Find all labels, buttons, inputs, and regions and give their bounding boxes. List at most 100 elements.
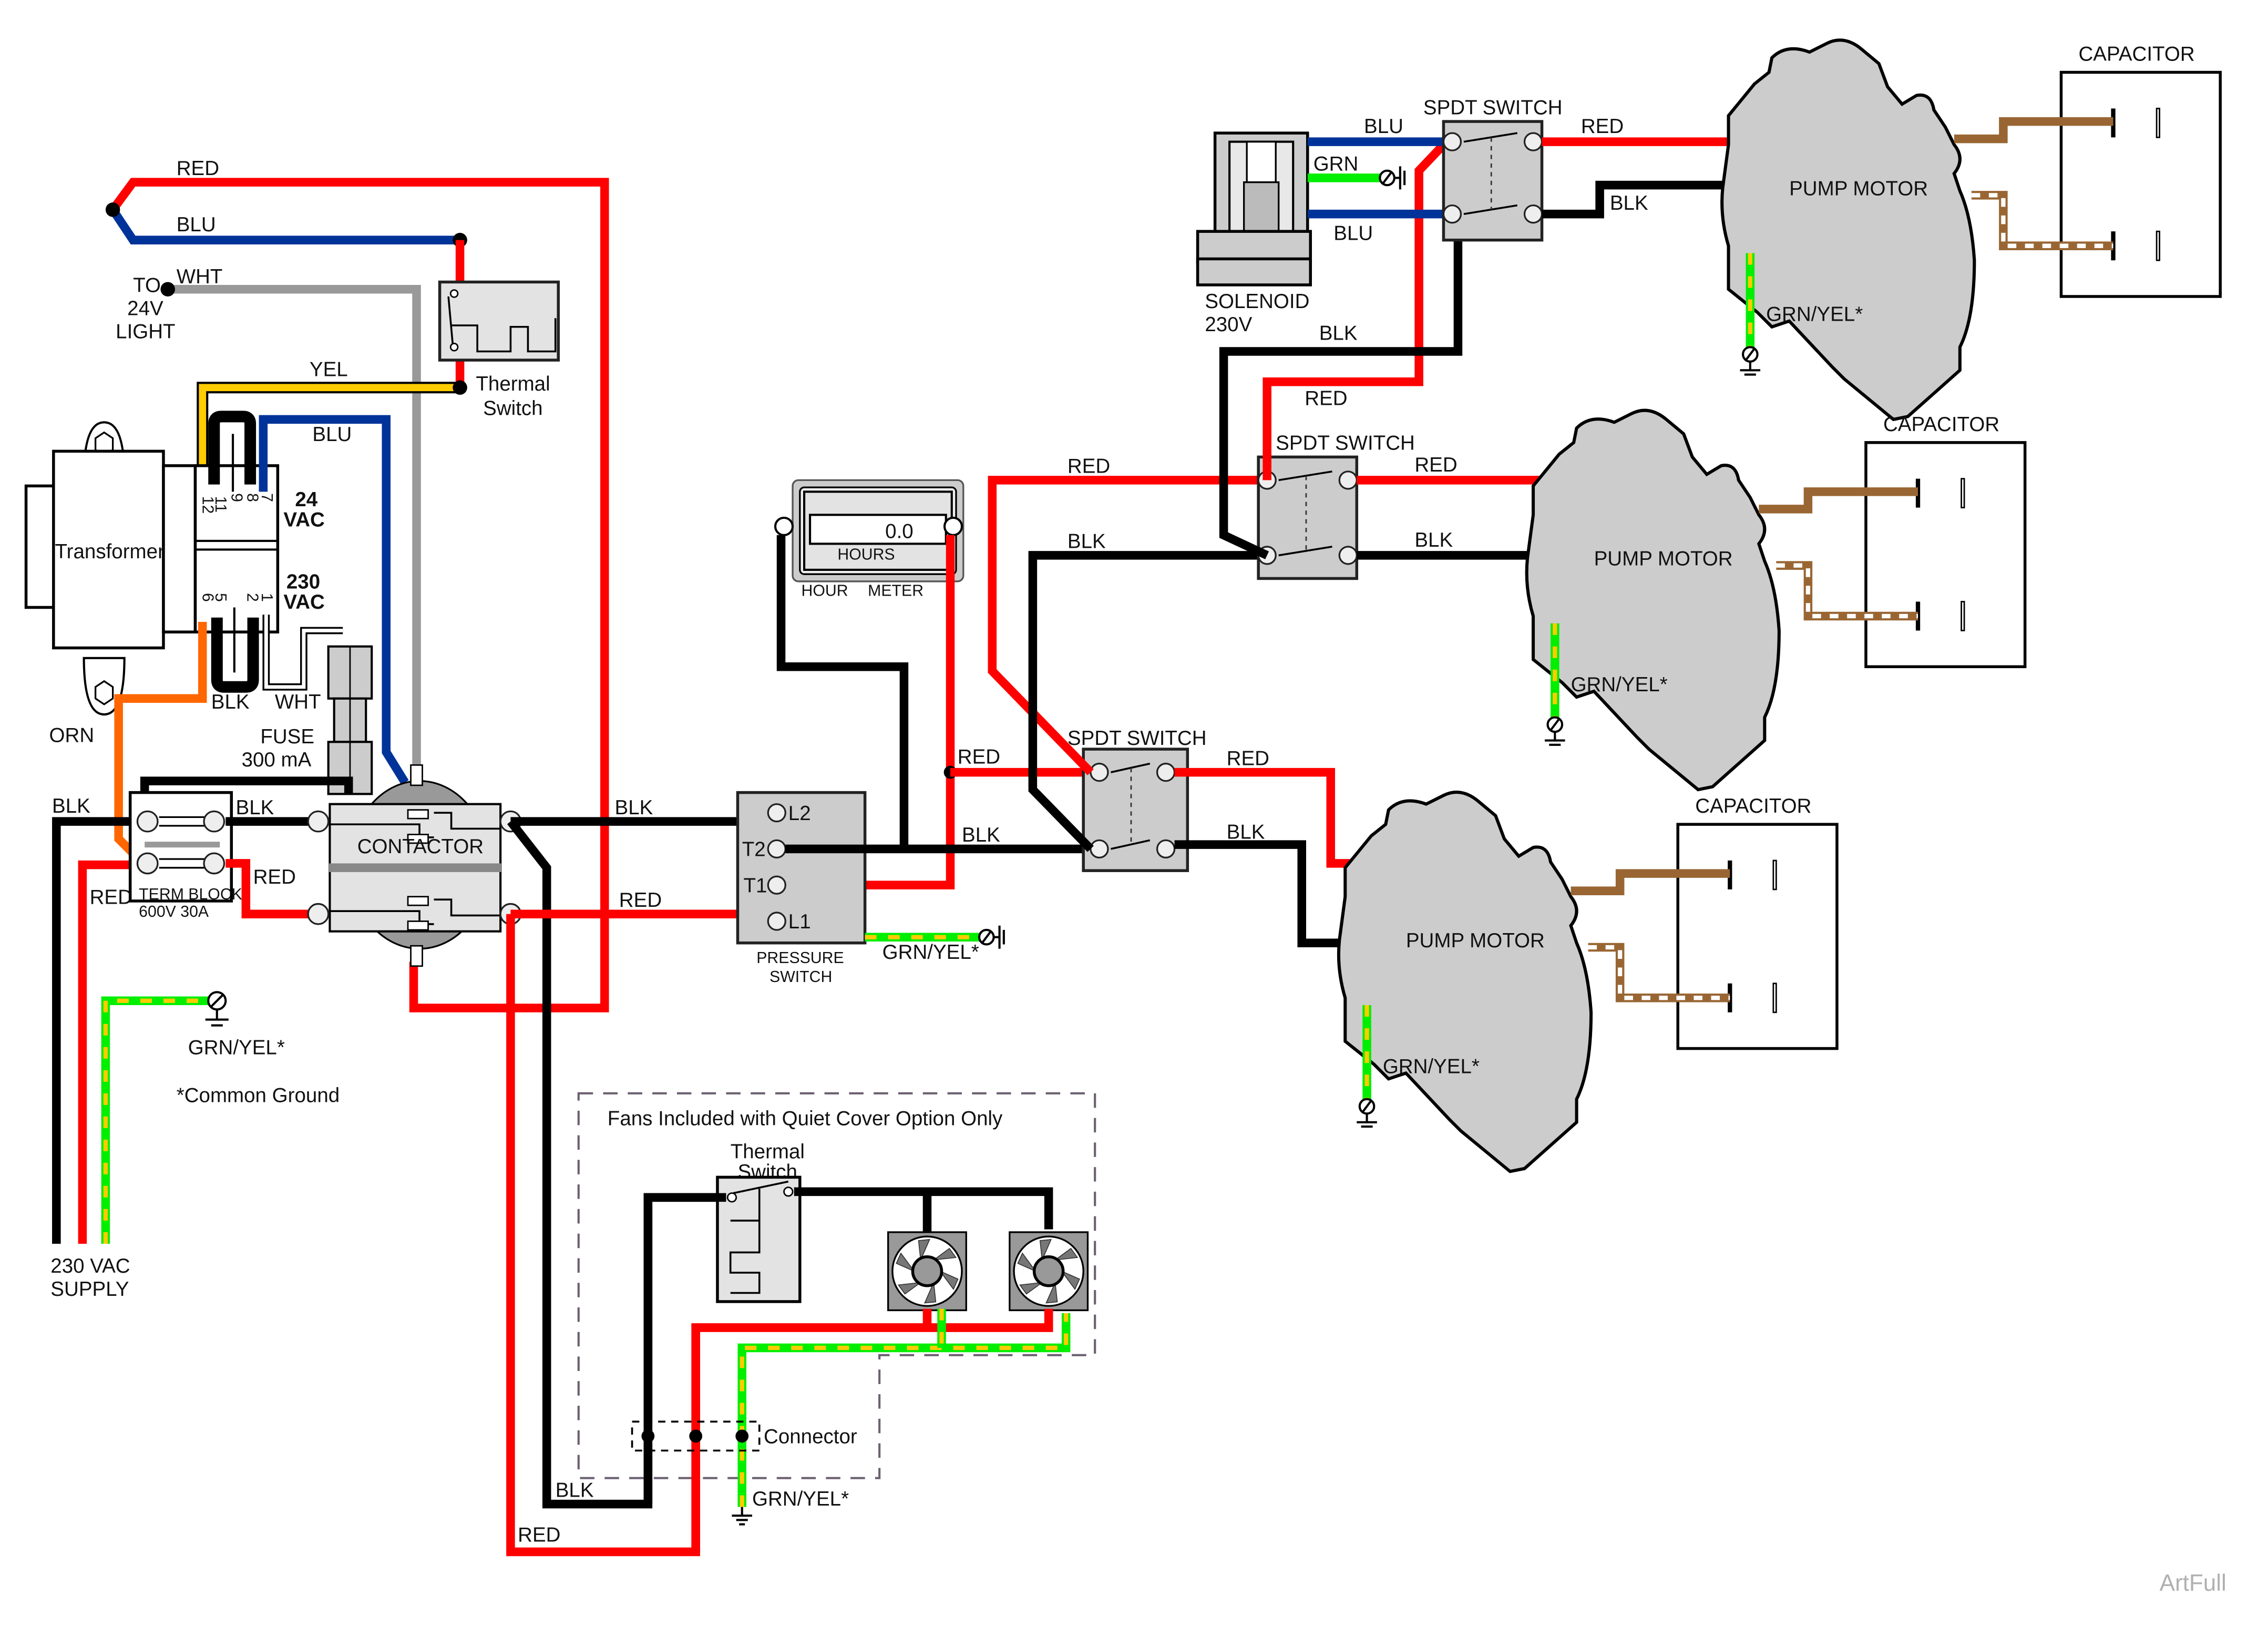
term-block-line2: 600V 30A xyxy=(139,903,209,920)
wiring-diagram: RED BLU WHT TO 24V LIGHT Thermal Switch … xyxy=(0,0,2268,1627)
fan-1 xyxy=(887,1231,967,1312)
capacitor-label: CAPACITOR xyxy=(1695,795,1811,817)
pressure-switch-line2: SWITCH xyxy=(769,968,832,986)
wire-label-red: RED xyxy=(177,157,219,180)
hour-meter-label-right: METER xyxy=(868,582,923,599)
transformer-230-line1: 230 xyxy=(286,571,320,594)
hour-meter-unit: HOURS xyxy=(837,546,895,564)
light-terminal-dot xyxy=(160,282,175,296)
pressure-terminal-l2: L2 xyxy=(788,802,811,825)
pressure-switch-line1: PRESSURE xyxy=(756,949,844,967)
wire-label-blu: BLU xyxy=(177,213,216,236)
fans-thermal-switch-line1: Thermal xyxy=(731,1141,805,1163)
fan-2 xyxy=(1009,1231,1089,1312)
light-label-line3: LIGHT xyxy=(116,321,175,343)
transformer-230-line2: VAC xyxy=(283,591,324,613)
terminal-1: 1 xyxy=(258,593,275,602)
wire-label-blu-sol-bottom: BLU xyxy=(1333,222,1373,245)
solenoid-label-line1: SOLENOID xyxy=(1205,290,1309,313)
fuse xyxy=(327,645,373,795)
term-block xyxy=(128,791,233,903)
wire-label-red-spdt2-out: RED xyxy=(1414,454,1457,476)
fuse-label-line2: 300 mA xyxy=(242,749,312,771)
wire-label-blk-sol-loop: BLK xyxy=(1319,322,1358,345)
contactor-label: CONTACTOR xyxy=(357,835,484,858)
hour-meter-display: 0.0 xyxy=(885,520,914,543)
term-block-line1: TERM BLOCK xyxy=(139,886,242,903)
connector-label: Connector xyxy=(764,1426,857,1448)
wire-label-gy-motor: GRN/YEL* xyxy=(1766,303,1863,326)
wire-label-blu-transformer: BLU xyxy=(312,423,352,446)
transformer-24-line2: VAC xyxy=(283,508,324,531)
spdt-switch-2-label: SPDT SWITCH xyxy=(1276,432,1415,455)
wire-label-grn-sol: GRN xyxy=(1313,153,1359,176)
pressure-terminal-t1: T1 xyxy=(743,874,767,897)
watermark: ArtFull xyxy=(2160,1570,2226,1596)
wire-label-blk-contactor: BLK xyxy=(615,796,653,819)
wire-label-red-termblock: RED xyxy=(253,866,296,888)
wire-label-blk-spdt3-in: BLK xyxy=(962,824,1000,846)
spdt-switch-3-label: SPDT SWITCH xyxy=(1068,727,1207,750)
spdt-switch-1-label: SPDT SWITCH xyxy=(1423,96,1563,119)
wire-label-red-spdt3-in: RED xyxy=(958,746,1000,769)
spdt-switch-3 xyxy=(1082,748,1189,872)
wire-label-blk-spdt2-out: BLK xyxy=(1414,529,1453,551)
spdt-switch-2 xyxy=(1257,455,1359,580)
wire-label-blk-spdt2-in: BLK xyxy=(1068,530,1106,553)
capacitor-3: CAPACITOR xyxy=(1676,795,1839,1050)
thermal-switch-top xyxy=(438,280,560,362)
solenoid xyxy=(1196,131,1312,286)
hour-meter-label-left: HOUR xyxy=(802,582,848,599)
capacitor-label: CAPACITOR xyxy=(2078,43,2194,66)
wire-label-gy-motor: GRN/YEL* xyxy=(1571,673,1668,696)
wire-label-orn: ORN xyxy=(49,724,95,746)
terminal-5: 5 xyxy=(212,593,229,602)
light-label-line2: 24V xyxy=(127,298,163,320)
wire-label-red-spdt3-out: RED xyxy=(1227,747,1269,770)
wire-label-fan-blk: BLK xyxy=(556,1479,594,1501)
wire-label-fan-red: RED xyxy=(518,1524,560,1547)
wire-label-gy-motor: GRN/YEL* xyxy=(1383,1055,1480,1078)
common-ground-note: *Common Ground xyxy=(177,1084,340,1107)
capacitor-label: CAPACITOR xyxy=(1883,413,1999,436)
spdt-switch-1 xyxy=(1442,120,1544,242)
wire-label-blk-jumper: BLK xyxy=(211,691,250,713)
terminal-11: 11 xyxy=(212,496,229,513)
wire-label-yel: YEL xyxy=(310,358,348,381)
terminal-7: 7 xyxy=(258,493,275,502)
wire-label-blu-sol-top: BLU xyxy=(1364,115,1403,138)
wire-label-red-sol-loop: RED xyxy=(1305,387,1347,410)
wire-label-blk-spdt3-out: BLK xyxy=(1227,821,1265,844)
wire-label-wht-jumper: WHT xyxy=(275,691,321,713)
hour-meter xyxy=(774,479,964,582)
wire-label-gy-pressure: GRN/YEL* xyxy=(882,941,979,964)
supply-label-line1: 230 VAC xyxy=(50,1255,130,1277)
wire-label-wht: WHT xyxy=(177,265,223,288)
wire-label-fan-gy: GRN/YEL* xyxy=(752,1488,849,1510)
wire-label-gy-supply: GRN/YEL* xyxy=(188,1037,285,1059)
pump-motor-label: PUMP MOTOR xyxy=(1594,548,1733,570)
fans-box-title: Fans Included with Quiet Cover Option On… xyxy=(608,1107,1003,1130)
fuse-label-line1: FUSE xyxy=(260,725,314,748)
pressure-terminal-t2: T2 xyxy=(742,838,766,861)
wire-label-red-supply: RED xyxy=(90,886,132,908)
wire-label-blk-supply: BLK xyxy=(52,795,90,817)
wire-label-blk-termblock: BLK xyxy=(236,796,274,819)
fans-thermal-switch xyxy=(716,1175,802,1303)
solenoid-label-line2: 230V xyxy=(1205,313,1252,336)
pump-motor-label: PUMP MOTOR xyxy=(1789,177,1928,200)
light-label-line1: TO xyxy=(133,274,161,297)
terminal-9: 9 xyxy=(228,493,245,502)
junction-dot xyxy=(105,202,120,217)
thermal-switch-top-line2: Switch xyxy=(483,397,542,420)
transformer-label: Transformer xyxy=(55,540,165,563)
wire-label-red-spdt2-in: RED xyxy=(1068,455,1110,478)
pump-motor-label: PUMP MOTOR xyxy=(1406,929,1545,952)
wire-label-red-spdt1-out: RED xyxy=(1581,115,1624,138)
capacitor-2: CAPACITOR xyxy=(1864,413,2027,669)
wire-label-red-contactor: RED xyxy=(619,889,662,912)
transformer-24-line1: 24 xyxy=(295,488,317,511)
capacitor-1: CAPACITOR xyxy=(2059,43,2222,298)
thermal-switch-top-line1: Thermal xyxy=(476,373,550,395)
supply-label-line2: SUPPLY xyxy=(50,1278,129,1301)
